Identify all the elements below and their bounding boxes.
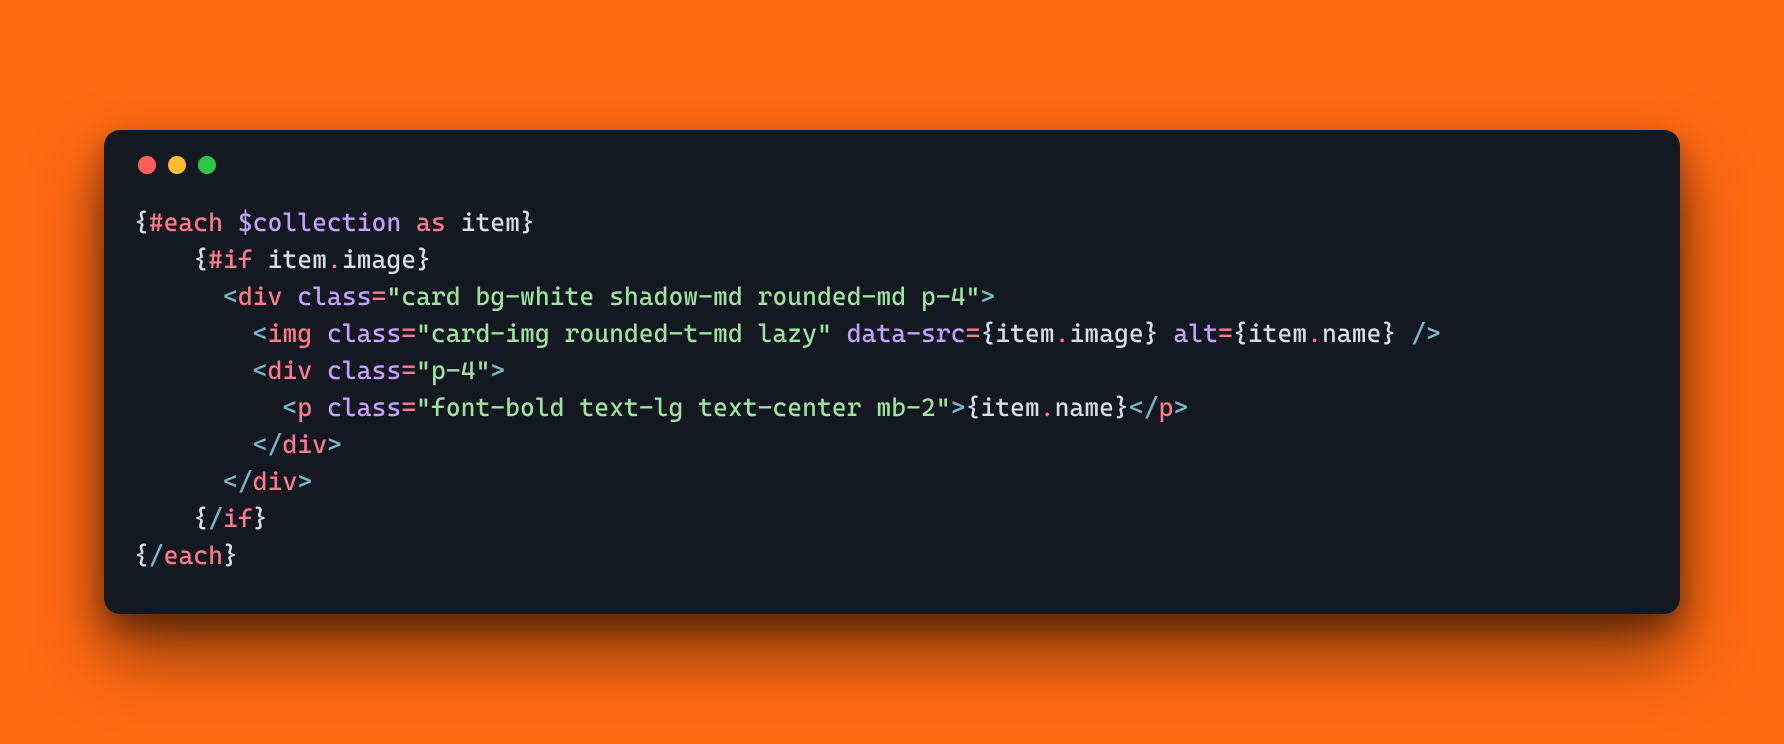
window-minimize-icon[interactable] xyxy=(168,156,186,174)
code-block[interactable]: {#each $collection as item} {#if item.im… xyxy=(134,204,1650,574)
code-line-3: <div class="card bg-white shadow-md roun… xyxy=(134,282,995,311)
window-traffic-lights xyxy=(134,156,1650,174)
code-line-8: </div> xyxy=(134,467,312,496)
code-line-4: <img class="card-img rounded-t-md lazy" … xyxy=(134,319,1441,348)
code-line-10: {/each} xyxy=(134,541,238,570)
window-zoom-icon[interactable] xyxy=(198,156,216,174)
code-line-2: {#if item.image} xyxy=(134,245,431,274)
code-line-5: <div class="p-4"> xyxy=(134,356,505,385)
code-line-9: {/if} xyxy=(134,504,268,533)
code-line-6: <p class="font-bold text-lg text-center … xyxy=(134,393,1188,422)
window-close-icon[interactable] xyxy=(138,156,156,174)
code-line-7: </div> xyxy=(134,430,342,459)
code-window: {#each $collection as item} {#if item.im… xyxy=(104,130,1680,614)
code-line-1: {#each $collection as item} xyxy=(134,208,535,237)
